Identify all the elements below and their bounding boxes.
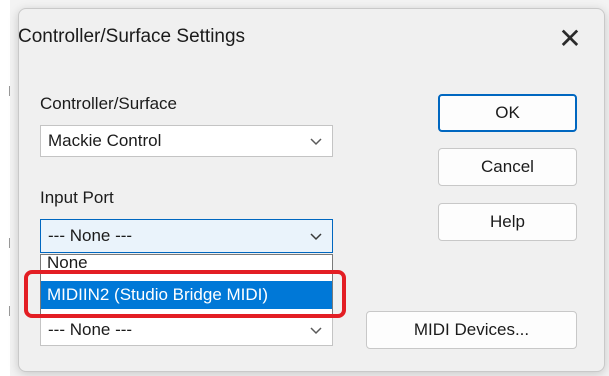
output-port-value: --- None ---: [48, 320, 133, 339]
background-mark: [9, 86, 10, 96]
input-port-value: --- None ---: [48, 226, 133, 245]
chevron-down-icon: [310, 327, 322, 335]
close-icon: ✕: [558, 22, 582, 54]
chevron-down-icon: [310, 138, 322, 146]
output-port-select[interactable]: --- None ---: [40, 314, 333, 346]
background-mark: [9, 238, 10, 248]
input-port-label: Input Port: [40, 188, 114, 207]
highlight-annotation: [24, 270, 346, 318]
close-button[interactable]: ✕: [548, 16, 592, 60]
controller-surface-select[interactable]: Mackie Control: [40, 125, 333, 157]
dialog-title: Controller/Surface Settings: [18, 26, 246, 47]
cancel-button[interactable]: Cancel: [438, 148, 577, 186]
controller-surface-label: Controller/Surface: [40, 94, 178, 113]
input-port-select[interactable]: --- None ---: [40, 219, 333, 253]
ok-button[interactable]: OK: [438, 94, 577, 132]
midi-devices-button[interactable]: MIDI Devices...: [366, 311, 577, 349]
chevron-down-icon: [310, 233, 322, 241]
controller-surface-value: Mackie Control: [48, 131, 162, 150]
background-mark: [9, 306, 10, 316]
background-strip: [0, 0, 10, 376]
help-button[interactable]: Help: [438, 203, 577, 241]
